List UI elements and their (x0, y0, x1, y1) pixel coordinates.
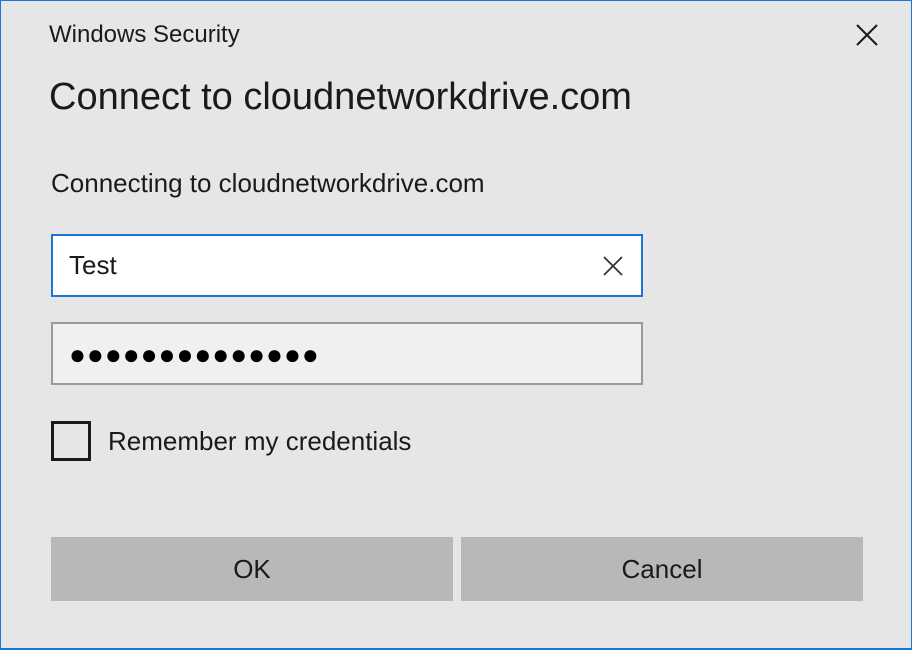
close-button[interactable] (843, 13, 891, 57)
remember-credentials-checkbox[interactable] (51, 421, 91, 461)
clear-icon (603, 256, 623, 276)
dialog-heading: Connect to cloudnetworkdrive.com (49, 76, 632, 118)
username-input[interactable] (69, 236, 569, 295)
ok-button[interactable]: OK (51, 537, 453, 601)
password-masked-value: ●●●●●●●●●●●●●● (69, 339, 320, 370)
windows-security-dialog: Windows Security Connect to cloudnetwork… (0, 0, 912, 650)
window-title: Windows Security (49, 21, 240, 48)
connecting-text: Connecting to cloudnetworkdrive.com (51, 168, 485, 198)
close-icon (856, 24, 878, 46)
username-field[interactable] (51, 234, 643, 297)
clear-username-button[interactable] (593, 246, 633, 286)
password-field[interactable]: ●●●●●●●●●●●●●● (51, 322, 643, 385)
remember-credentials-label[interactable]: Remember my credentials (108, 426, 411, 457)
remember-credentials-option[interactable]: Remember my credentials (51, 420, 411, 462)
cancel-button[interactable]: Cancel (461, 537, 863, 601)
